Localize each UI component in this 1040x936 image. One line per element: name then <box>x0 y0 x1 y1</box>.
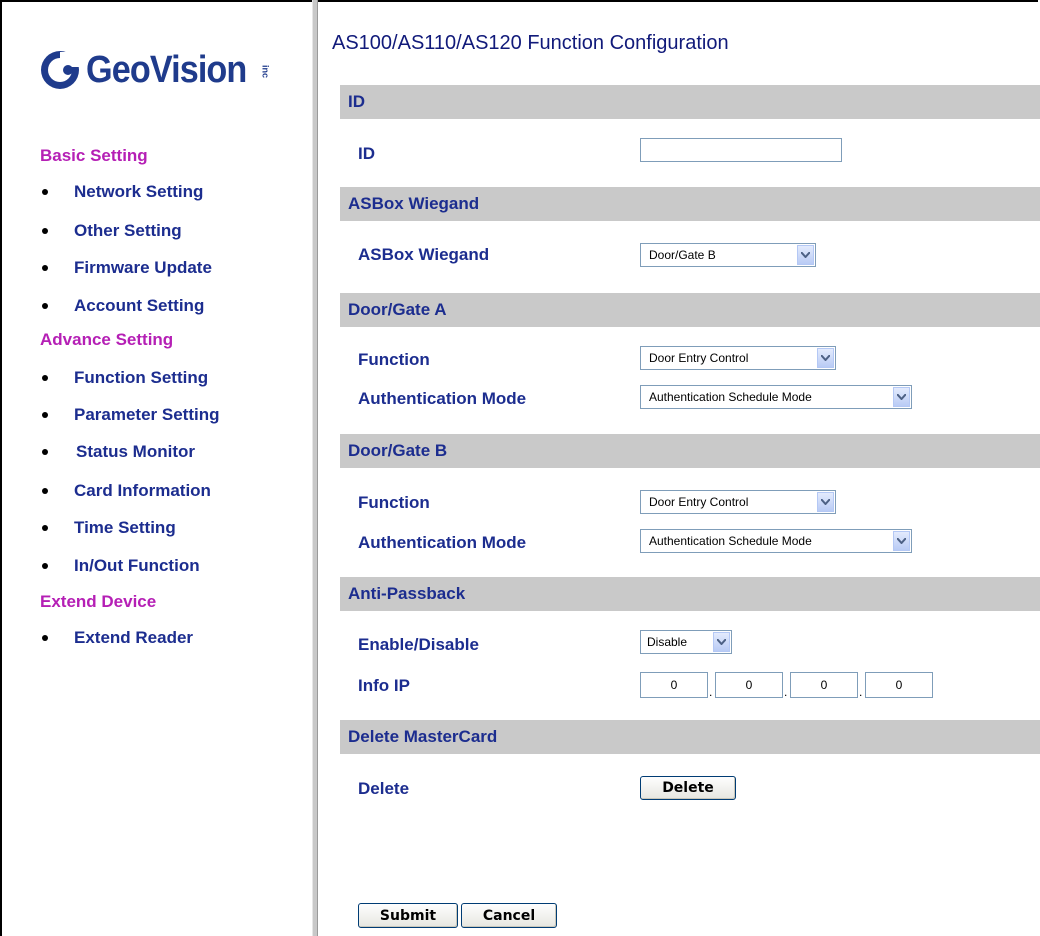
main-content: AS100/AS110/AS120 Function Configuration… <box>318 2 1040 936</box>
door-b-function-value: Door Entry Control <box>649 495 749 509</box>
section-bar-asbox-wiegand: ASBox Wiegand <box>340 187 1040 221</box>
nav-label: Firmware Update <box>74 258 212 277</box>
nav-status-monitor[interactable]: Status Monitor <box>40 442 195 462</box>
bullet-icon <box>42 563 48 569</box>
delete-mastercard-button[interactable]: Delete <box>640 776 736 800</box>
door-a-auth-select[interactable]: Authentication Schedule Mode <box>640 385 912 409</box>
nav-time-setting[interactable]: Time Setting <box>40 518 176 538</box>
chevron-down-icon[interactable] <box>817 348 834 368</box>
info-ip-octet-2[interactable]: 0 <box>715 672 783 698</box>
anti-passback-enable-value: Disable <box>647 635 688 649</box>
nav-label: Network Setting <box>74 182 204 201</box>
door-a-auth-label: Authentication Mode <box>358 389 527 408</box>
door-a-function-value: Door Entry Control <box>649 351 749 365</box>
nav-label: Card Information <box>74 481 211 500</box>
section-bar-door-gate-b: Door/Gate B <box>340 434 1040 468</box>
geovision-logo: GeoVision inc <box>38 40 270 100</box>
bullet-icon <box>42 375 48 381</box>
info-ip-octet-1[interactable]: 0 <box>640 672 708 698</box>
door-b-auth-label: Authentication Mode <box>358 533 527 552</box>
bullet-icon <box>42 635 48 641</box>
asbox-wiegand-value: Door/Gate B <box>649 248 716 262</box>
nav-label: Status Monitor <box>76 442 195 461</box>
bullet-icon <box>42 189 48 195</box>
nav-label: Function Setting <box>74 368 209 387</box>
info-ip-octet-4[interactable]: 0 <box>865 672 933 698</box>
door-b-auth-select[interactable]: Authentication Schedule Mode <box>640 529 912 553</box>
nav-other-setting[interactable]: Other Setting <box>40 221 182 241</box>
chevron-down-icon[interactable] <box>893 387 910 407</box>
nav-label: Other Setting <box>74 221 182 240</box>
brand-name: GeoVision <box>86 48 247 91</box>
door-b-function-select[interactable]: Door Entry Control <box>640 490 836 514</box>
ip-separator: . <box>784 685 788 699</box>
nav-account-setting[interactable]: Account Setting <box>40 296 204 316</box>
submit-button[interactable]: Submit <box>358 903 458 928</box>
bullet-icon <box>42 265 48 271</box>
chevron-down-icon[interactable] <box>797 245 814 265</box>
door-a-function-select[interactable]: Door Entry Control <box>640 346 836 370</box>
chevron-down-icon[interactable] <box>713 632 730 652</box>
info-ip-octet-3[interactable]: 0 <box>790 672 858 698</box>
nav-card-information[interactable]: Card Information <box>40 481 211 501</box>
door-a-auth-value: Authentication Schedule Mode <box>649 390 812 404</box>
section-bar-anti-passback: Anti-Passback <box>340 577 1040 611</box>
delete-label: Delete <box>358 779 410 798</box>
nav-network-setting[interactable]: Network Setting <box>40 182 203 202</box>
bullet-icon <box>42 449 48 455</box>
id-input[interactable] <box>640 138 842 162</box>
chevron-down-icon[interactable] <box>817 492 834 512</box>
bullet-icon <box>42 228 48 234</box>
bullet-icon <box>42 412 48 418</box>
section-extend-device: Extend Device <box>40 592 157 611</box>
section-bar-id: ID <box>340 85 1040 119</box>
bullet-icon <box>42 303 48 309</box>
nav-function-setting[interactable]: Function Setting <box>40 368 208 388</box>
cancel-button[interactable]: Cancel <box>461 903 557 928</box>
nav-firmware-update[interactable]: Firmware Update <box>40 258 212 278</box>
bullet-icon <box>42 488 48 494</box>
section-advance-setting: Advance Setting <box>40 330 174 349</box>
door-b-auth-value: Authentication Schedule Mode <box>649 534 812 548</box>
sidebar: GeoVision inc Basic Setting Network Sett… <box>2 2 312 936</box>
nav-in-out-function[interactable]: In/Out Function <box>40 556 200 576</box>
nav-label: Parameter Setting <box>74 405 220 424</box>
section-basic-setting: Basic Setting <box>40 146 148 165</box>
nav-parameter-setting[interactable]: Parameter Setting <box>40 405 220 425</box>
asbox-wiegand-select[interactable]: Door/Gate B <box>640 243 816 267</box>
nav-extend-reader[interactable]: Extend Reader <box>40 628 193 648</box>
nav-label: In/Out Function <box>74 556 200 575</box>
ip-separator: . <box>859 685 863 699</box>
brand-suffix: inc <box>260 65 271 79</box>
bullet-icon <box>42 525 48 531</box>
anti-passback-enable-label: Enable/Disable <box>358 635 479 654</box>
page-title: AS100/AS110/AS120 Function Configuration <box>332 32 729 54</box>
door-b-function-label: Function <box>358 493 430 512</box>
chevron-down-icon[interactable] <box>893 531 910 551</box>
section-bar-delete-mastercard: Delete MasterCard <box>340 720 1040 754</box>
nav-label: Extend Reader <box>74 628 194 647</box>
door-a-function-label: Function <box>358 350 430 369</box>
geovision-logo-icon <box>41 51 82 89</box>
ip-separator: . <box>709 685 713 699</box>
section-bar-door-gate-a: Door/Gate A <box>340 293 1040 327</box>
nav-label: Time Setting <box>74 518 176 537</box>
nav-label: Account Setting <box>74 296 205 315</box>
info-ip-label: Info IP <box>358 676 410 695</box>
anti-passback-enable-select[interactable]: Disable <box>640 630 732 654</box>
asbox-wiegand-label: ASBox Wiegand <box>358 245 490 264</box>
id-label: ID <box>358 144 375 163</box>
